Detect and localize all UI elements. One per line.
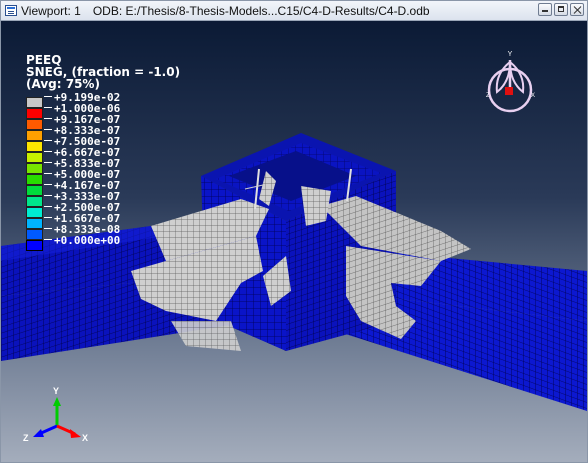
viewport-window: Viewport: 1 ODB: E:/Thesis/8-Thesis-Mode… — [0, 0, 588, 463]
legend-swatch — [26, 240, 43, 251]
window-controls — [538, 3, 584, 16]
view-manipulator-icon[interactable]: Y Z X — [475, 48, 545, 118]
legend-averaging: (Avg: 75%) — [26, 77, 100, 91]
viewport-titlebar[interactable]: Viewport: 1 ODB: E:/Thesis/8-Thesis-Mode… — [1, 1, 587, 21]
viewport-label: Viewport: 1 — [21, 3, 81, 18]
legend-swatch — [26, 229, 43, 240]
minimize-icon[interactable] — [538, 3, 552, 16]
model-viewport[interactable]: PEEQ SNEG, (fraction = -1.0) (Avg: 75%) … — [1, 21, 587, 462]
legend-swatch — [26, 218, 43, 229]
legend-swatch — [26, 163, 43, 174]
axis-triad-icon: Y Z X — [23, 386, 88, 443]
legend-swatch — [26, 152, 43, 163]
triad-y-label: Y — [53, 386, 59, 396]
manipulator-y-label: Y — [508, 51, 513, 58]
legend-swatch — [26, 141, 43, 152]
maximize-icon[interactable] — [554, 3, 568, 16]
legend-swatch — [26, 207, 43, 218]
manipulator-x-label: X — [531, 93, 535, 99]
legend-value: +0.000e+00 — [54, 234, 121, 247]
viewport-menu-icon[interactable] — [5, 5, 17, 16]
odb-path: ODB: E:/Thesis/8-Thesis-Models...C15/C4-… — [92, 3, 430, 18]
close-icon[interactable] — [570, 3, 584, 16]
triad-z-label: Z — [23, 433, 29, 443]
triad-x-label: X — [82, 433, 88, 443]
legend-swatch — [26, 108, 43, 119]
legend-swatch — [26, 119, 43, 130]
contour-legend: PEEQ SNEG, (fraction = -1.0) (Avg: 75%) … — [26, 54, 180, 251]
legend-swatch — [26, 185, 43, 196]
legend-swatch — [26, 130, 43, 141]
legend-swatch — [26, 97, 43, 108]
manipulator-z-label: Z — [486, 93, 490, 99]
legend-swatch — [26, 174, 43, 185]
legend-swatch — [26, 196, 43, 207]
